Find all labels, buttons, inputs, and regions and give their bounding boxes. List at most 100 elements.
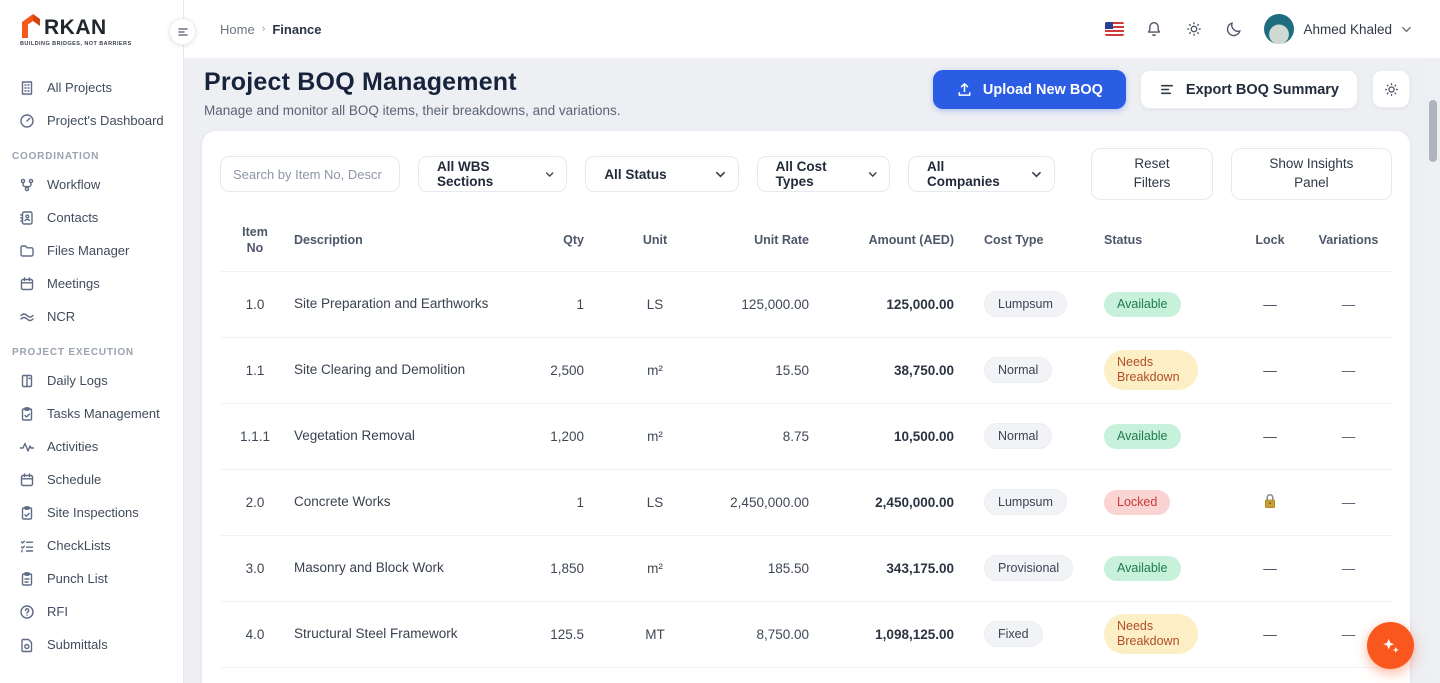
notifications-bell-icon[interactable] xyxy=(1144,19,1164,39)
sidebar-collapse-button[interactable] xyxy=(169,18,196,45)
ai-assistant-fab[interactable] xyxy=(1367,622,1414,669)
breadcrumb-home[interactable]: Home xyxy=(220,22,255,37)
sidebar-item-project-s-dashboard[interactable]: Project's Dashboard xyxy=(0,104,183,137)
cell-qty: 2,500 xyxy=(515,363,610,378)
wbs-sections-dropdown[interactable]: All WBS Sections xyxy=(418,156,567,192)
dark-mode-moon-icon[interactable] xyxy=(1224,19,1244,39)
status-dropdown[interactable]: All Status xyxy=(585,156,738,192)
cell-qty: 1 xyxy=(515,297,610,312)
show-insights-panel-button[interactable]: Show Insights Panel xyxy=(1231,148,1392,200)
sidebar-item-ncr[interactable]: NCR xyxy=(0,300,183,333)
avatar xyxy=(1264,14,1294,44)
table-row[interactable]: 4.0 Structural Steel Framework 125.5 MT … xyxy=(220,601,1392,667)
cell-status: Needs Breakdown xyxy=(1100,350,1235,390)
cell-variations: — xyxy=(1305,495,1392,510)
cell-cost-type: Lumpsum xyxy=(980,489,1100,515)
col-lock: Lock xyxy=(1235,233,1305,247)
cell-description: Site Clearing and Demolition xyxy=(290,360,495,380)
cell-qty: 1 xyxy=(515,495,610,510)
table-row[interactable]: 2.0 Concrete Works 1 LS 2,450,000.00 2,4… xyxy=(220,469,1392,535)
cell-description: Vegetation Removal xyxy=(290,426,495,446)
topbar-actions: Ahmed Khaled xyxy=(1105,14,1412,44)
cost-types-dropdown[interactable]: All Cost Types xyxy=(757,156,890,192)
boq-card: All WBS Sections All Status All Cost Typ… xyxy=(202,131,1410,683)
sidebar: RKAN BUILDING BRIDGES, NOT BARRIERS All … xyxy=(0,0,184,683)
col-cost-type: Cost Type xyxy=(980,233,1100,247)
chevron-down-icon xyxy=(545,169,554,180)
page-header: Project BOQ Management Manage and monito… xyxy=(184,58,1440,131)
sidebar-item-punch-list[interactable]: Punch List xyxy=(0,562,183,595)
upload-new-boq-button[interactable]: Upload New BOQ xyxy=(933,70,1126,109)
scrollbar-thumb[interactable] xyxy=(1429,100,1437,162)
sidebar-item-label: Project's Dashboard xyxy=(47,113,164,128)
sidebar-item-tasks-management[interactable]: Tasks Management xyxy=(0,397,183,430)
search-input[interactable] xyxy=(220,156,400,192)
cell-amount: 2,450,000.00 xyxy=(835,495,980,510)
companies-dropdown[interactable]: All Companies xyxy=(908,156,1055,192)
chevron-down-icon xyxy=(715,169,726,180)
sidebar-section-title: COORDINATION xyxy=(0,137,183,168)
calendar-icon xyxy=(18,275,35,292)
table-settings-gear-button[interactable] xyxy=(1372,70,1410,108)
cell-unit-rate: 185.50 xyxy=(700,561,835,576)
cell-status: Locked xyxy=(1100,490,1235,515)
user-menu[interactable]: Ahmed Khaled xyxy=(1264,14,1412,44)
sidebar-item-label: Workflow xyxy=(47,177,100,192)
sparkles-icon xyxy=(1380,635,1402,657)
cell-unit-rate: 125,000.00 xyxy=(700,297,835,312)
sidebar-item-checklists[interactable]: CheckLists xyxy=(0,529,183,562)
sidebar-item-label: Activities xyxy=(47,439,98,454)
cell-description: Masonry and Block Work xyxy=(290,558,495,578)
sidebar-item-activities[interactable]: Activities xyxy=(0,430,183,463)
cost-type-badge: Provisional xyxy=(984,555,1073,581)
sidebar-item-workflow[interactable]: Workflow xyxy=(0,168,183,201)
sidebar-item-contacts[interactable]: Contacts xyxy=(0,201,183,234)
col-qty: Qty xyxy=(515,233,610,247)
sidebar-item-all-projects[interactable]: All Projects xyxy=(0,71,183,104)
cell-variations: — xyxy=(1305,297,1392,312)
table-row[interactable]: Mechanical, Electrical & xyxy=(220,667,1392,683)
cell-qty: 125.5 xyxy=(515,627,610,642)
cell-qty: 1,200 xyxy=(515,429,610,444)
cell-item-no: 3.0 xyxy=(220,561,290,576)
settings-gear-icon[interactable] xyxy=(1184,19,1204,39)
sidebar-item-label: Tasks Management xyxy=(47,406,160,421)
page-subtitle: Manage and monitor all BOQ items, their … xyxy=(204,103,620,118)
cell-cost-type: Normal xyxy=(980,357,1100,383)
cell-variations: — xyxy=(1305,429,1392,444)
table-row[interactable]: 1.1.1 Vegetation Removal 1,200 m² 8.75 1… xyxy=(220,403,1392,469)
reset-filters-button[interactable]: Reset Filters xyxy=(1091,148,1212,200)
sidebar-item-label: Meetings xyxy=(47,276,100,291)
language-flag-icon[interactable] xyxy=(1105,22,1124,36)
cell-status: Needs Breakdown xyxy=(1100,614,1235,654)
cell-cost-type: Normal xyxy=(980,423,1100,449)
cell-item-no: 1.1.1 xyxy=(220,429,290,444)
sidebar-item-meetings[interactable]: Meetings xyxy=(0,267,183,300)
col-unit: Unit xyxy=(610,233,700,247)
cell-amount: 10,500.00 xyxy=(835,429,980,444)
workflow-icon xyxy=(18,176,35,193)
sidebar-item-files-manager[interactable]: Files Manager xyxy=(0,234,183,267)
export-boq-summary-button[interactable]: Export BOQ Summary xyxy=(1140,70,1358,109)
question-circle-icon xyxy=(18,603,35,620)
sidebar-item-submittals[interactable]: Submittals xyxy=(0,628,183,661)
cell-qty: 1,850 xyxy=(515,561,610,576)
page-title: Project BOQ Management xyxy=(204,68,620,97)
status-badge: Available xyxy=(1104,292,1181,317)
table-row[interactable]: 1.1 Site Clearing and Demolition 2,500 m… xyxy=(220,337,1392,403)
sidebar-item-rfi[interactable]: RFI xyxy=(0,595,183,628)
cost-type-badge: Normal xyxy=(984,423,1052,449)
cell-item-no: 1.1 xyxy=(220,363,290,378)
sidebar-item-site-inspections[interactable]: Site Inspections xyxy=(0,496,183,529)
table-row[interactable]: 3.0 Masonry and Block Work 1,850 m² 185.… xyxy=(220,535,1392,601)
table-row[interactable]: 1.0 Site Preparation and Earthworks 1 LS… xyxy=(220,271,1392,337)
cell-lock: — xyxy=(1235,627,1305,642)
sidebar-item-label: Punch List xyxy=(47,571,108,586)
sidebar-item-schedule[interactable]: Schedule xyxy=(0,463,183,496)
cell-variations: — xyxy=(1305,561,1392,576)
cell-description: Concrete Works xyxy=(290,492,495,512)
sidebar-item-daily-logs[interactable]: Daily Logs xyxy=(0,364,183,397)
status-badge: Needs Breakdown xyxy=(1104,614,1198,654)
checklist-icon xyxy=(18,537,35,554)
status-badge: Needs Breakdown xyxy=(1104,350,1198,390)
